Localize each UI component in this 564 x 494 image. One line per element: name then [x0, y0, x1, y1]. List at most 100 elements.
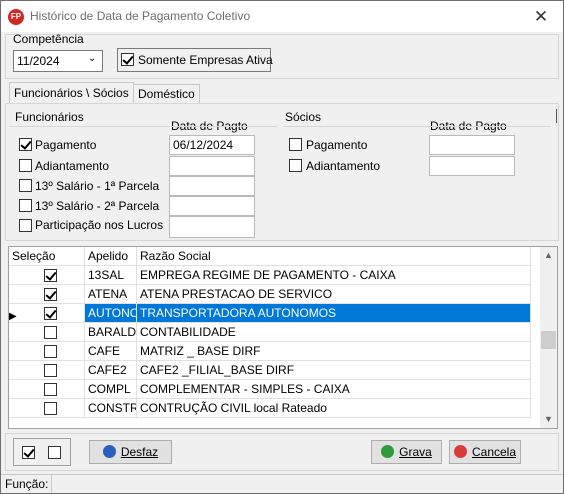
row-checkbox[interactable] — [44, 364, 57, 377]
scroll-thumb[interactable] — [541, 331, 556, 349]
empresas-table[interactable]: Seleção Apelido Razão Social 13SAL EMPREG… — [8, 246, 558, 429]
13-salario-1-date-field[interactable] — [169, 176, 255, 196]
status-label: Função: — [5, 477, 49, 491]
participacao-label: Participação nos Lucros — [35, 218, 164, 232]
table-row[interactable]: BARALDI CONTABILIDADE — [9, 323, 531, 342]
row-checkbox[interactable] — [44, 288, 57, 301]
socios-divider — [283, 126, 551, 128]
cancela-button[interactable]: Cancela — [449, 440, 521, 464]
header-selecao[interactable]: Seleção — [9, 247, 85, 266]
apelido-cell[interactable]: CONSTR — [85, 399, 137, 418]
razao-social-cell[interactable]: TRANSPORTADORA AUTONOMOS — [137, 304, 531, 323]
apelido-cell[interactable]: 13SAL — [85, 266, 137, 285]
socios-label: Sócios — [285, 110, 322, 124]
apelido-cell[interactable]: CAFE2 — [85, 361, 137, 380]
row-checkbox[interactable] — [44, 307, 57, 320]
scroll-down-icon[interactable]: ▼ — [540, 411, 557, 428]
13-salario-1-checkbox[interactable] — [19, 179, 32, 192]
tab-domestico[interactable]: Doméstico — [133, 84, 200, 103]
razao-social-cell[interactable]: CONTABILIDADE — [137, 323, 531, 342]
adiantamento-label: Adiantamento — [35, 159, 110, 173]
app-icon: FP — [8, 9, 24, 25]
razao-social-cell[interactable]: MATRIZ _ BASE DIRF — [137, 342, 531, 361]
header-razao-social[interactable]: Razão Social — [137, 247, 531, 266]
socios-adiantamento-checkbox[interactable] — [289, 159, 302, 172]
row-checkbox[interactable] — [44, 345, 57, 358]
tab-label: Funcionários \ Sócios — [14, 86, 129, 100]
window-title: Histórico de Data de Pagamento Coletivo — [30, 9, 251, 23]
table-row[interactable]: 13SAL EMPREGA REGIME DE PAGAMENTO - CAIXA — [9, 266, 531, 285]
selecao-cell — [9, 342, 85, 361]
header-apelido[interactable]: Apelido — [85, 247, 137, 266]
grava-button[interactable]: Grava — [371, 440, 442, 464]
selecao-cell — [9, 323, 85, 342]
socios-pagamento-checkbox[interactable] — [289, 138, 302, 151]
selecao-cell — [9, 399, 85, 418]
pagamento-label: Pagamento — [35, 138, 97, 152]
funcionarios-divider — [9, 126, 277, 128]
deselect-all-checkbox[interactable] — [48, 446, 61, 459]
adiantamento-checkbox[interactable] — [19, 159, 32, 172]
row-checkbox[interactable] — [44, 326, 57, 339]
chevron-down-icon[interactable]: ⌄ — [88, 53, 96, 64]
check-icon — [381, 445, 395, 458]
grava-label: Grava — [399, 445, 432, 459]
13-salario-2-date-field[interactable] — [169, 196, 255, 216]
cancel-icon — [453, 445, 467, 458]
close-icon[interactable]: ✕ — [519, 1, 563, 32]
socios-adiantamento-date-field[interactable] — [429, 156, 515, 176]
table-row[interactable]: ATENA ATENA PRESTACAO DE SERVICO — [9, 285, 531, 304]
13-salario-2-label: 13º Salário - 2ª Parcela — [35, 199, 160, 213]
desfaz-label: Desfaz — [120, 445, 159, 459]
current-row-indicator-icon: ▶ — [9, 311, 17, 322]
apelido-cell[interactable]: ATENA — [85, 285, 137, 304]
table-row[interactable]: CAFE2 CAFE2 _FILIAL_BASE DIRF — [9, 361, 531, 380]
socios-pagamento-date-field[interactable] — [429, 135, 515, 155]
apelido-cell[interactable]: COMPL — [85, 380, 137, 399]
competencia-select[interactable]: 11/2024 ⌄ — [13, 50, 103, 72]
participacao-date-field[interactable] — [169, 216, 255, 238]
somente-empresas-label: Somente Empresas Ativa — [138, 53, 273, 67]
select-all-panel — [13, 438, 71, 466]
clipped-group-edge — [556, 109, 558, 123]
participacao-checkbox[interactable] — [19, 219, 32, 232]
pagamento-checkbox[interactable] — [19, 138, 32, 151]
table-row[interactable]: COMPL COMPLEMENTAR - SIMPLES - CAIXA — [9, 380, 531, 399]
desfaz-button[interactable]: Desfaz — [89, 440, 172, 464]
somente-empresas-checkbox[interactable] — [121, 53, 134, 66]
row-checkbox[interactable] — [44, 383, 57, 396]
table-row[interactable]: CONSTR CONTRUÇÃO CIVIL local Rateado — [9, 399, 531, 418]
table-header: Seleção Apelido Razão Social — [9, 247, 531, 266]
13-salario-1-label: 13º Salário - 1ª Parcela — [35, 179, 160, 193]
13-salario-2-checkbox[interactable] — [19, 199, 32, 212]
scroll-up-icon[interactable]: ▲ — [540, 247, 557, 264]
selecao-cell — [9, 266, 85, 285]
select-all-checkbox[interactable] — [22, 446, 35, 459]
adiantamento-date-field[interactable] — [169, 156, 255, 176]
somente-empresas-toggle[interactable]: Somente Empresas Ativa — [117, 48, 273, 72]
table-row[interactable]: AUTONO TRANSPORTADORA AUTONOMOS — [9, 304, 531, 323]
razao-social-cell[interactable]: CAFE2 _FILIAL_BASE DIRF — [137, 361, 531, 380]
selecao-cell — [9, 380, 85, 399]
selecao-cell — [9, 304, 85, 323]
tab-funcionarios-socios[interactable]: Funcionários \ Sócios — [9, 82, 134, 104]
razao-social-cell[interactable]: ATENA PRESTACAO DE SERVICO — [137, 285, 531, 304]
competencia-value: 11/2024 — [17, 54, 60, 68]
apelido-cell[interactable]: CAFE — [85, 342, 137, 361]
razao-social-cell[interactable]: EMPREGA REGIME DE PAGAMENTO - CAIXA — [137, 266, 531, 285]
row-checkbox[interactable] — [44, 269, 57, 282]
table-row[interactable]: CAFE MATRIZ _ BASE DIRF — [9, 342, 531, 361]
razao-social-cell[interactable]: CONTRUÇÃO CIVIL local Rateado — [137, 399, 531, 418]
apelido-cell[interactable]: AUTONO — [85, 304, 137, 323]
tab-label: Doméstico — [138, 87, 195, 101]
apelido-cell[interactable]: BARALDI — [85, 323, 137, 342]
row-checkbox[interactable] — [44, 402, 57, 415]
funcionarios-label: Funcionários — [15, 110, 84, 124]
table-scrollbar[interactable]: ▲ ▼ — [540, 247, 557, 428]
undo-icon — [102, 445, 116, 458]
cancela-label: Cancela — [471, 445, 517, 459]
title-bar: FP Histórico de Data de Pagamento Coleti… — [1, 1, 563, 32]
pagamento-date-value: 06/12/2024 — [173, 138, 234, 152]
pagamento-date-field[interactable]: 06/12/2024 — [169, 135, 255, 155]
razao-social-cell[interactable]: COMPLEMENTAR - SIMPLES - CAIXA — [137, 380, 531, 399]
